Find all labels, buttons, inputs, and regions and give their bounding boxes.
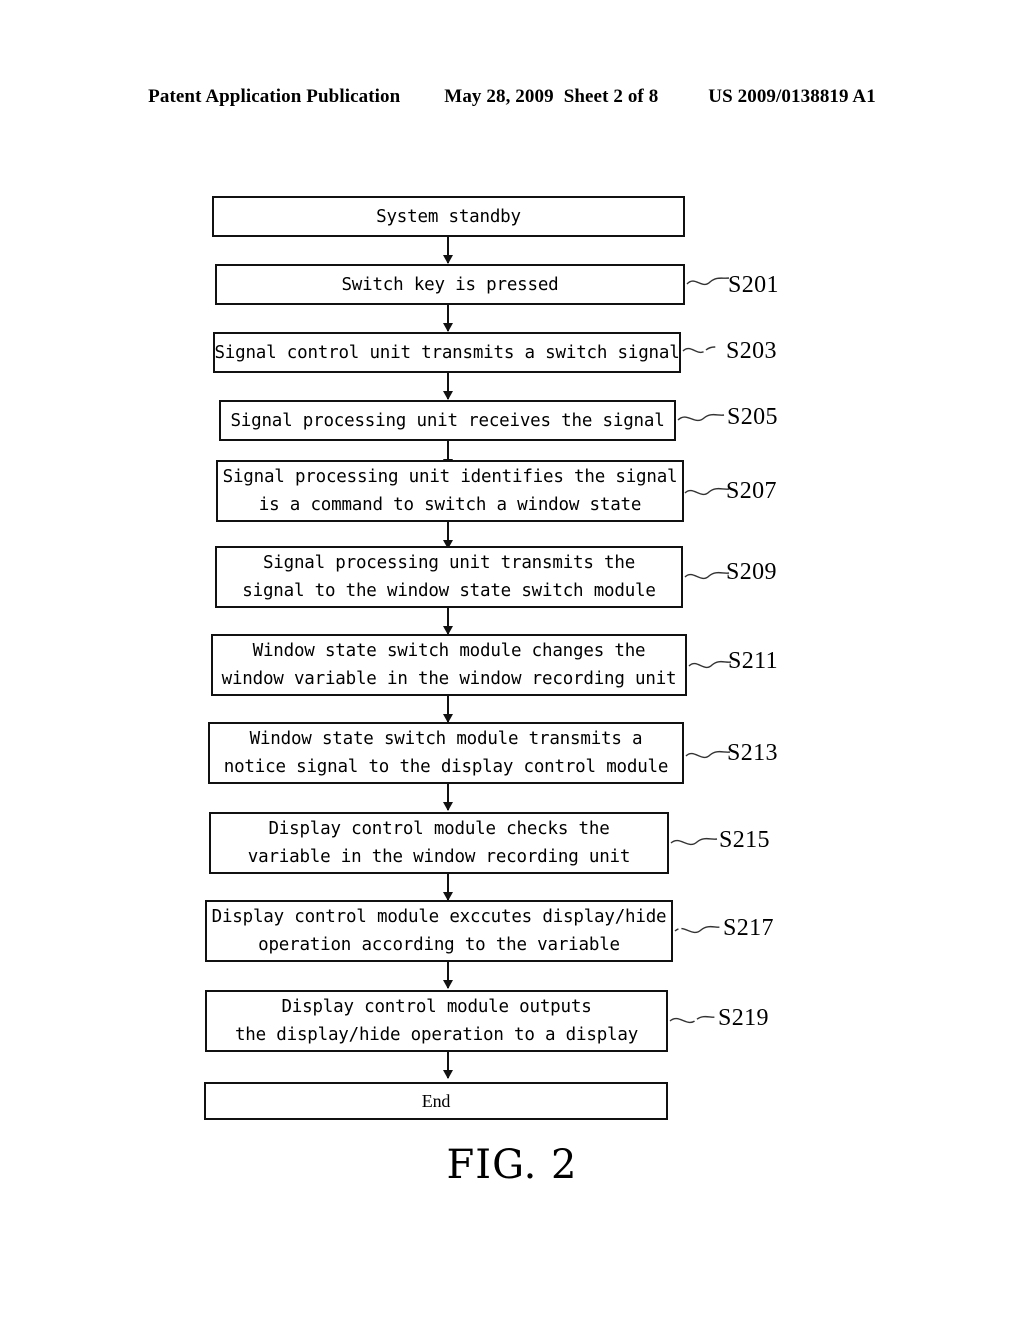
flow-node-s205-line-1: Signal processing unit receives the sign… <box>230 410 665 431</box>
leader-line-s201 <box>686 277 730 286</box>
step-label-s211: S211 <box>728 648 779 674</box>
flow-node-s213-line-1: Window state switch module transmits a <box>249 729 643 749</box>
connector-s201-to-s203 <box>443 305 453 332</box>
connector-s203-to-s205 <box>443 373 453 400</box>
flow-node-s209-line-1: Signal processing unit transmits the <box>262 553 636 573</box>
connector-s209-to-s211 <box>443 608 453 635</box>
flow-node-end-line-1: End <box>421 1091 451 1111</box>
flow-node-start-line-1: System standby <box>376 206 521 227</box>
leader-line-s219 <box>669 1015 717 1024</box>
leader-line-s217 <box>674 925 722 934</box>
flowchart-diagram: System standby Switch key is pressed S20… <box>0 0 1024 1320</box>
connector-s211-to-s213 <box>443 696 453 723</box>
leader-line-s215 <box>670 837 718 846</box>
flow-node-s213: Window state switch module transmits a n… <box>208 722 684 784</box>
step-label-s215: S215 <box>719 827 770 853</box>
flow-node-s203: Signal control unit transmits a switch s… <box>213 332 681 373</box>
flow-node-s219: Display control module outputs the displ… <box>205 990 668 1052</box>
connector-s217-to-s219 <box>443 962 453 989</box>
flow-node-s207: Signal processing unit identifies the si… <box>216 460 684 522</box>
flow-node-s211-line-1: Window state switch module changes the <box>252 641 646 661</box>
step-label-s209: S209 <box>726 559 777 585</box>
flow-node-s217-line-1: Display control module exccutes display/… <box>211 907 667 927</box>
step-label-s203: S203 <box>726 338 777 364</box>
connector-s215-to-s217 <box>443 874 453 901</box>
flow-node-s217-line-2: operation according to the variable <box>258 935 620 955</box>
connector-start-to-s201 <box>443 237 453 264</box>
flow-node-s219-line-1: Display control module outputs <box>281 997 592 1017</box>
flow-node-s209: Signal processing unit transmits the sig… <box>215 546 683 608</box>
flow-node-s209-line-2: signal to the window state switch module <box>242 581 656 601</box>
flow-node-start: System standby <box>212 196 685 237</box>
flow-node-s215-line-1: Display control module checks the <box>268 819 610 839</box>
step-label-s219: S219 <box>718 1005 769 1031</box>
flow-node-end: End <box>204 1082 668 1120</box>
figure-caption: FIG. 2 <box>446 1142 578 1188</box>
leader-line-s213 <box>685 750 731 759</box>
flow-node-s215-line-2: variable in the window recording unit <box>247 847 631 867</box>
leader-line-s205 <box>677 413 725 422</box>
flow-node-s201: Switch key is pressed <box>215 264 685 305</box>
leader-line-s207 <box>684 487 730 496</box>
flow-node-s211-line-2: window variable in the window recording … <box>221 669 677 689</box>
step-label-s201: S201 <box>728 272 779 298</box>
step-label-s205: S205 <box>727 404 778 430</box>
flow-node-s201-line-1: Switch key is pressed <box>341 274 559 295</box>
flow-node-s211: Window state switch module changes the w… <box>211 634 687 696</box>
flow-node-s213-line-2: notice signal to the display control mod… <box>223 757 669 777</box>
leader-line-s211 <box>688 660 732 669</box>
connector-s207-to-s209 <box>443 522 453 549</box>
flow-node-s205: Signal processing unit receives the sign… <box>219 400 676 441</box>
flow-node-s207-line-2: is a command to switch a window state <box>258 495 642 515</box>
flow-node-s219-line-2: the display/hide operation to a display <box>234 1025 639 1045</box>
flow-node-s217: Display control module exccutes display/… <box>205 900 673 962</box>
step-label-s213: S213 <box>727 740 778 766</box>
connector-s219-to-end <box>443 1052 453 1079</box>
step-label-s207: S207 <box>726 478 777 504</box>
leader-line-s209 <box>684 571 730 580</box>
leader-line-s203 <box>682 346 723 354</box>
flow-node-s215: Display control module checks the variab… <box>209 812 669 874</box>
flow-node-s203-line-1: Signal control unit transmits a switch s… <box>214 342 680 363</box>
connector-s213-to-s215 <box>443 784 453 811</box>
step-label-s217: S217 <box>723 915 774 941</box>
flow-node-s207-line-1: Signal processing unit identifies the si… <box>222 467 678 487</box>
